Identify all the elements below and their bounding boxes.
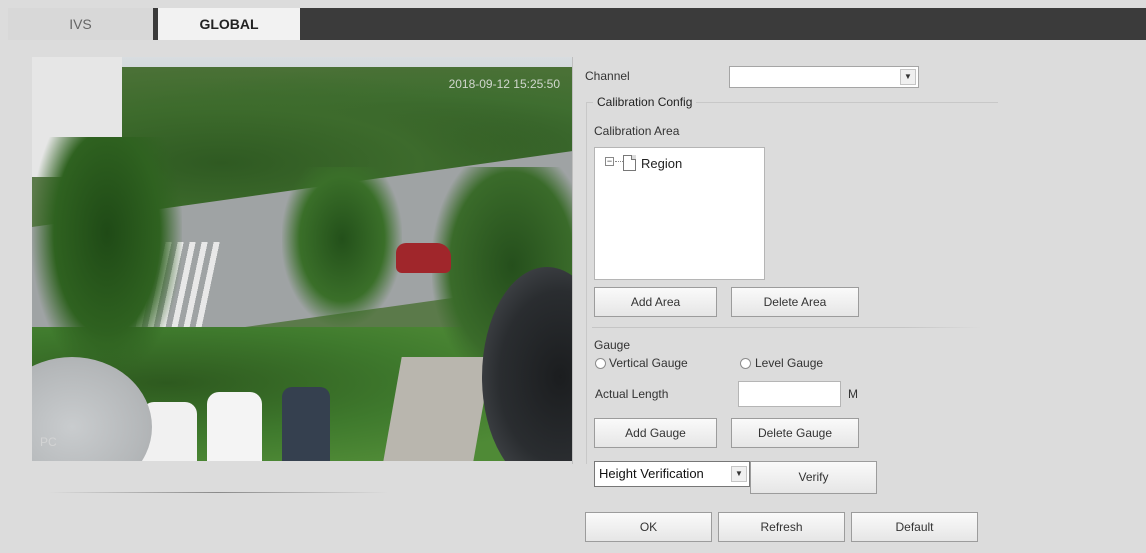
- video-tree-middle: [282, 167, 402, 327]
- calibration-config-legend: Calibration Config: [593, 95, 697, 109]
- add-gauge-button[interactable]: Add Gauge: [594, 418, 717, 448]
- default-button[interactable]: Default: [851, 512, 978, 542]
- verify-button[interactable]: Verify: [750, 461, 877, 494]
- channel-label: Channel: [585, 69, 630, 83]
- channel-select[interactable]: ▼: [729, 66, 919, 88]
- vertical-gauge-radio[interactable]: [595, 358, 606, 369]
- section-divider: [592, 327, 982, 328]
- level-gauge-radio[interactable]: [740, 358, 751, 369]
- video-watermark: PC: [40, 435, 57, 449]
- video-white-car: [207, 392, 262, 461]
- refresh-button[interactable]: Refresh: [718, 512, 845, 542]
- panel-divider: [572, 57, 573, 464]
- tab-ivs[interactable]: IVS: [8, 8, 153, 40]
- video-red-car: [396, 243, 451, 273]
- ok-button[interactable]: OK: [585, 512, 712, 542]
- gauge-label: Gauge: [594, 338, 631, 352]
- tab-global[interactable]: GLOBAL: [158, 8, 300, 40]
- tree-node-region[interactable]: Region: [641, 156, 682, 171]
- video-dark-car: [282, 387, 330, 461]
- actual-length-input[interactable]: [738, 381, 841, 407]
- vertical-gauge-label: Vertical Gauge: [609, 356, 688, 370]
- calibration-area-tree[interactable]: − Region: [594, 147, 765, 280]
- calibration-area-label: Calibration Area: [594, 124, 680, 138]
- video-divider: [48, 492, 388, 493]
- chevron-down-icon[interactable]: ▼: [731, 466, 747, 482]
- delete-gauge-button[interactable]: Delete Gauge: [731, 418, 859, 448]
- level-gauge-label: Level Gauge: [755, 356, 824, 370]
- verification-mode-select[interactable]: Height Verification ▼: [594, 461, 750, 487]
- length-unit: M: [848, 387, 858, 401]
- add-area-button[interactable]: Add Area: [594, 287, 717, 317]
- document-icon: [623, 155, 636, 171]
- video-walkway: [382, 357, 492, 461]
- delete-area-button[interactable]: Delete Area: [731, 287, 859, 317]
- video-timestamp: 2018-09-12 15:25:50: [448, 77, 560, 91]
- tree-connector: [615, 161, 623, 162]
- chevron-down-icon[interactable]: ▼: [900, 69, 916, 85]
- video-tree-left: [32, 137, 182, 377]
- actual-length-label: Actual Length: [595, 387, 669, 401]
- collapse-icon[interactable]: −: [605, 157, 614, 166]
- verification-mode-value: Height Verification: [599, 466, 704, 481]
- video-preview[interactable]: 2018-09-12 15:25:50 PC: [32, 57, 572, 461]
